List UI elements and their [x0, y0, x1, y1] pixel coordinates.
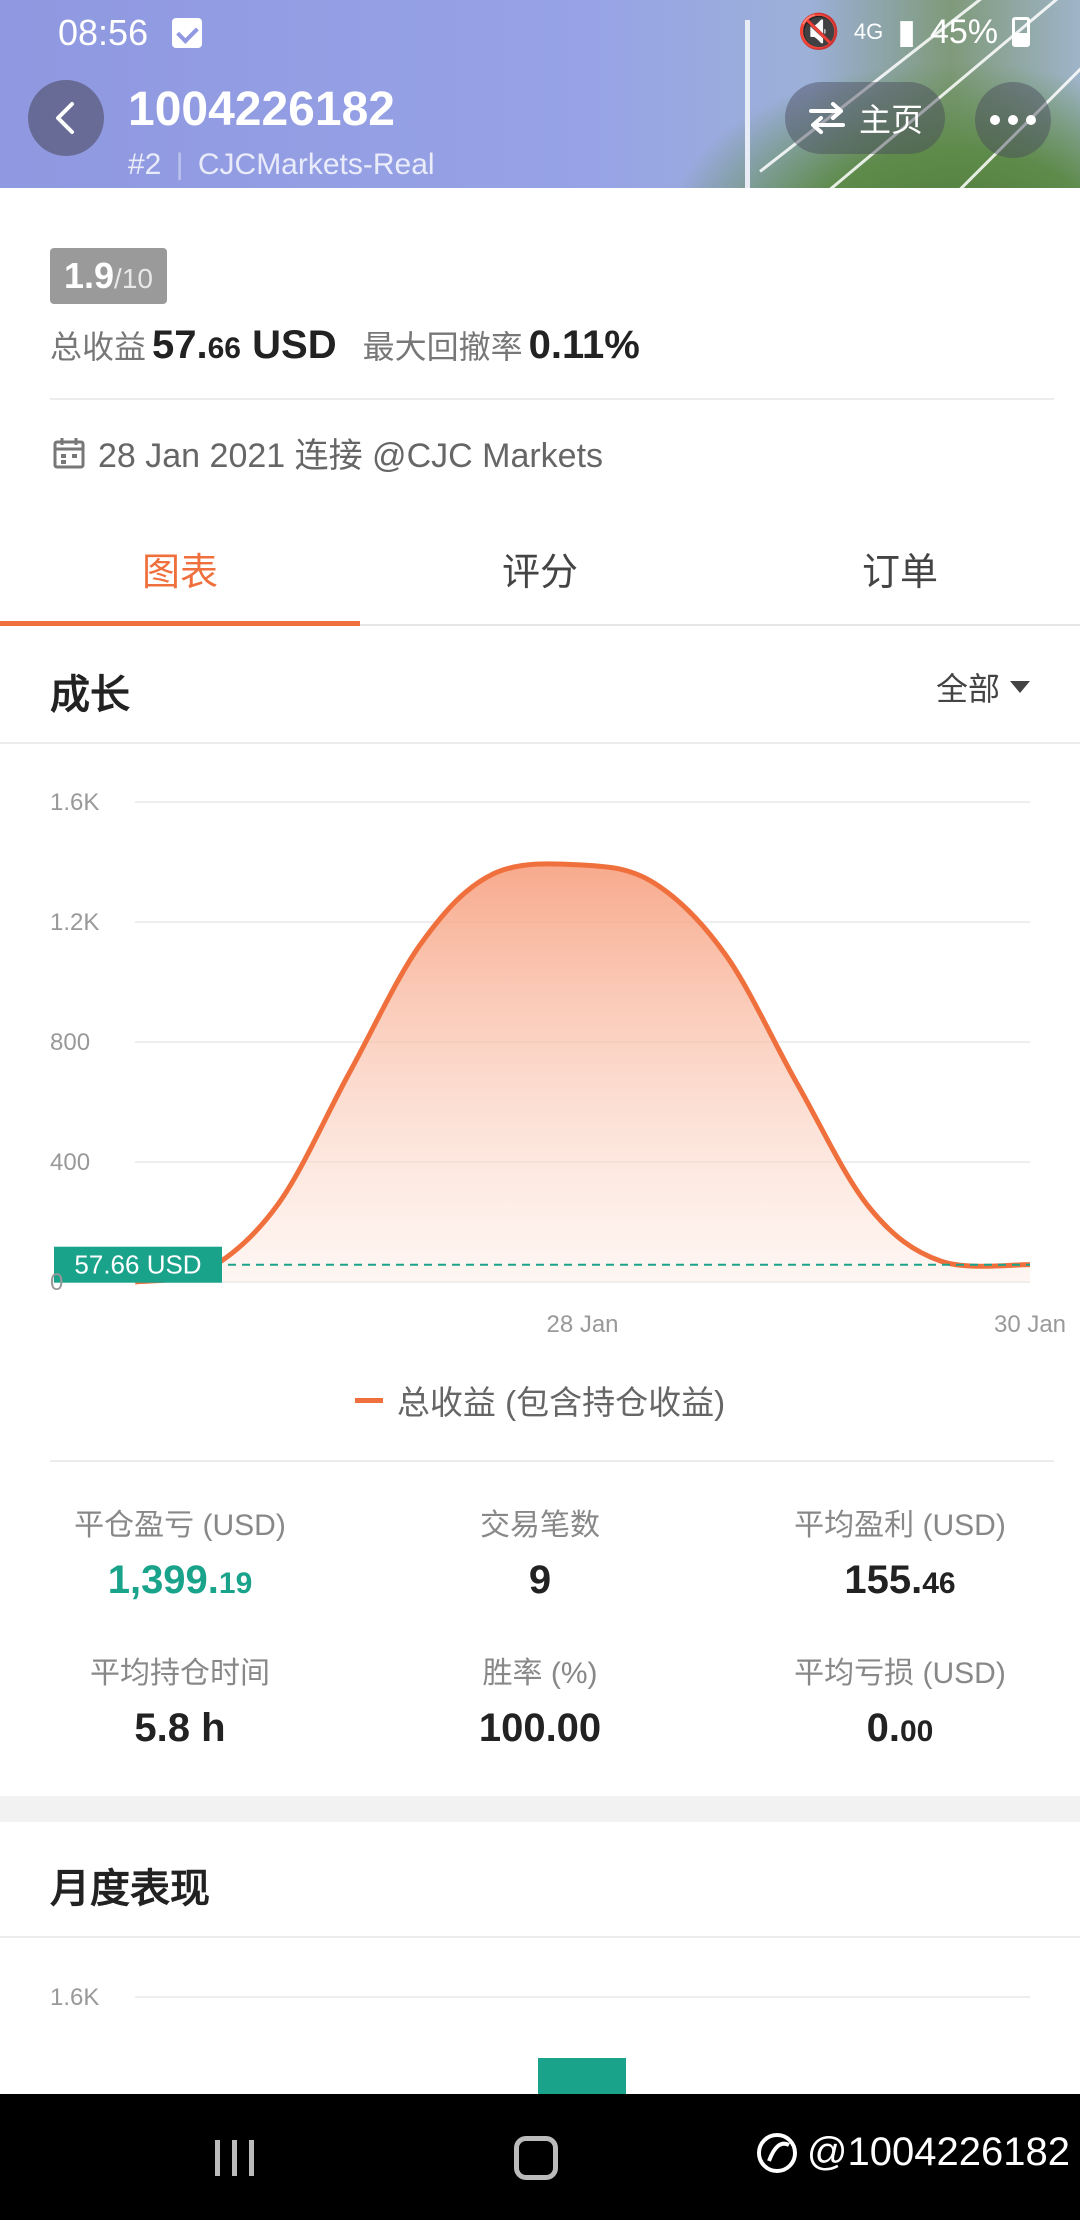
stat-value: 9	[528, 1558, 552, 1602]
stat-value-dec: 00	[899, 1715, 934, 1748]
y-tick-label: 1.2K	[50, 909, 99, 936]
server-info: #2 | CJCMarkets-Real	[128, 148, 435, 182]
network-label: 4G	[853, 19, 884, 44]
total-profit-int: 57.	[152, 323, 208, 367]
rating-value: 1.9	[64, 255, 115, 296]
monthly-ytick: 1.6K	[50, 1984, 99, 2011]
stat-win-rate: 胜率 (%) 100.00	[360, 1648, 720, 1751]
home-button-label: 主页	[858, 102, 923, 138]
y-tick-label: 800	[50, 1029, 90, 1056]
tab-orders[interactable]: 订单	[720, 528, 1080, 624]
stat-label: 交易笔数	[480, 1509, 600, 1542]
growth-title: 成长	[50, 673, 130, 717]
total-profit-value: 57.66 USD	[152, 323, 337, 368]
rating-max: /10	[114, 263, 153, 294]
tab-bar: 图表 评分 订单	[0, 528, 1080, 626]
stat-avg-hold: 平均持仓时间 5.8 h	[0, 1648, 360, 1751]
calendar-icon	[53, 437, 85, 468]
range-filter-dropdown[interactable]: 全部	[936, 664, 1030, 710]
check-icon	[172, 18, 202, 48]
monthly-title: 月度表现	[50, 1867, 210, 1911]
more-button[interactable]	[975, 82, 1051, 158]
stat-value-dec: 46	[922, 1567, 956, 1600]
stat-trades: 交易笔数 9	[360, 1500, 720, 1603]
watermark-text: @1004226182	[806, 2130, 1070, 2174]
range-filter-label: 全部	[935, 671, 1000, 707]
status-bar: 08:56 🔇 4G ▮ 45%	[0, 0, 1080, 66]
connection-info: 28 Jan 2021 连接 @CJC Markets	[52, 428, 603, 477]
divider	[0, 742, 1080, 744]
reference-badge-label: 57.66 USD	[74, 1250, 201, 1280]
stat-value-int: 1,399.	[107, 1558, 219, 1602]
more-icon-dot	[1026, 115, 1036, 125]
divider	[0, 1936, 1080, 1938]
stat-closed-pnl: 平仓盈亏 (USD) 1,399.19	[0, 1500, 360, 1603]
tab-chart[interactable]: 图表	[0, 528, 360, 626]
stat-label: 平仓盈亏 (USD)	[74, 1509, 286, 1542]
stat-value: 1,399.19	[0, 1558, 360, 1603]
total-profit-label: 总收益	[50, 329, 147, 365]
stat-avg-loss: 平均亏损 (USD) 0.00	[720, 1648, 1080, 1751]
total-profit-dec: 66	[207, 332, 241, 365]
stat-value: 0.00	[720, 1706, 1080, 1751]
home-nav-button[interactable]	[514, 2136, 558, 2180]
weibo-logo-icon	[756, 2132, 797, 2173]
server-separator: |	[175, 148, 184, 181]
divider	[50, 398, 1054, 400]
tab-rating[interactable]: 评分	[360, 528, 720, 624]
stat-value-dec: 19	[218, 1567, 253, 1600]
legend-label: 总收益 (包含持仓收益)	[396, 1384, 726, 1421]
max-drawdown-value: 0.11%	[528, 323, 640, 367]
max-drawdown-label: 最大回撤率	[362, 329, 523, 365]
battery-icon	[1012, 17, 1030, 47]
signal-icon: ▮	[897, 13, 916, 51]
y-tick-label: 0	[50, 1269, 63, 1296]
server-name: CJCMarkets-Real	[197, 148, 435, 181]
stat-label: 平均盈利 (USD)	[794, 1509, 1006, 1542]
monthly-bar	[538, 2058, 626, 2094]
more-icon-dot	[1008, 115, 1018, 125]
mute-icon: 🔇	[797, 13, 840, 51]
watermark: @1004226182	[755, 2130, 1070, 2175]
battery-level: 45%	[929, 12, 998, 51]
stat-value: 100.00	[478, 1706, 602, 1750]
header-banner: 08:56 🔇 4G ▮ 45% 1004226182 #2 | CJCMark…	[0, 0, 1080, 188]
status-time: 08:56	[58, 12, 149, 53]
stat-label: 平均持仓时间	[90, 1657, 270, 1690]
more-icon	[990, 115, 1000, 125]
y-tick-label: 1.6K	[50, 789, 99, 816]
x-tick-label: 30 Jan	[994, 1311, 1066, 1338]
chevron-left-icon	[56, 102, 74, 134]
connection-text: 28 Jan 2021 连接 @CJC Markets	[98, 437, 604, 475]
section-gap	[0, 1796, 1080, 1822]
status-icons: 🔇 4G ▮ 45%	[798, 12, 1030, 52]
stat-value-int: 0.	[866, 1706, 900, 1750]
server-rank: #2	[128, 148, 162, 181]
recent-apps-button[interactable]	[215, 2140, 254, 2176]
y-tick-label: 400	[50, 1149, 90, 1176]
chart-legend: 总收益 (包含持仓收益)	[0, 1376, 1080, 1424]
stat-avg-profit: 平均盈利 (USD) 155.46	[720, 1500, 1080, 1603]
stat-value: 155.46	[720, 1558, 1080, 1603]
growth-chart: 57.66 USD 0 400 800 1.2K 1.6K 28 Jan 30 Jan	[50, 789, 1066, 1338]
stat-label: 平均亏损 (USD)	[794, 1657, 1006, 1690]
total-profit-unit: USD	[252, 323, 337, 367]
stat-value: 5.8 h	[134, 1706, 226, 1750]
rating-badge: 1.9 /10	[50, 248, 167, 304]
x-tick-label: 28 Jan	[546, 1311, 618, 1338]
legend-swatch	[354, 1397, 383, 1403]
back-button[interactable]	[28, 80, 104, 156]
swap-icon	[808, 102, 845, 134]
summary-row: 总收益 57.66 USD 最大回撤率 0.11%	[50, 322, 640, 368]
system-nav-bar: @1004226182	[0, 2094, 1080, 2220]
account-id: 1004226182	[128, 83, 395, 136]
caret-down-icon	[1010, 681, 1030, 693]
divider	[50, 1460, 1054, 1462]
stat-label: 胜率 (%)	[482, 1657, 598, 1690]
home-button[interactable]: 主页	[785, 82, 945, 154]
monthly-chart: 1.6K	[50, 1984, 1030, 2094]
stat-value-int: 155.	[844, 1558, 923, 1602]
